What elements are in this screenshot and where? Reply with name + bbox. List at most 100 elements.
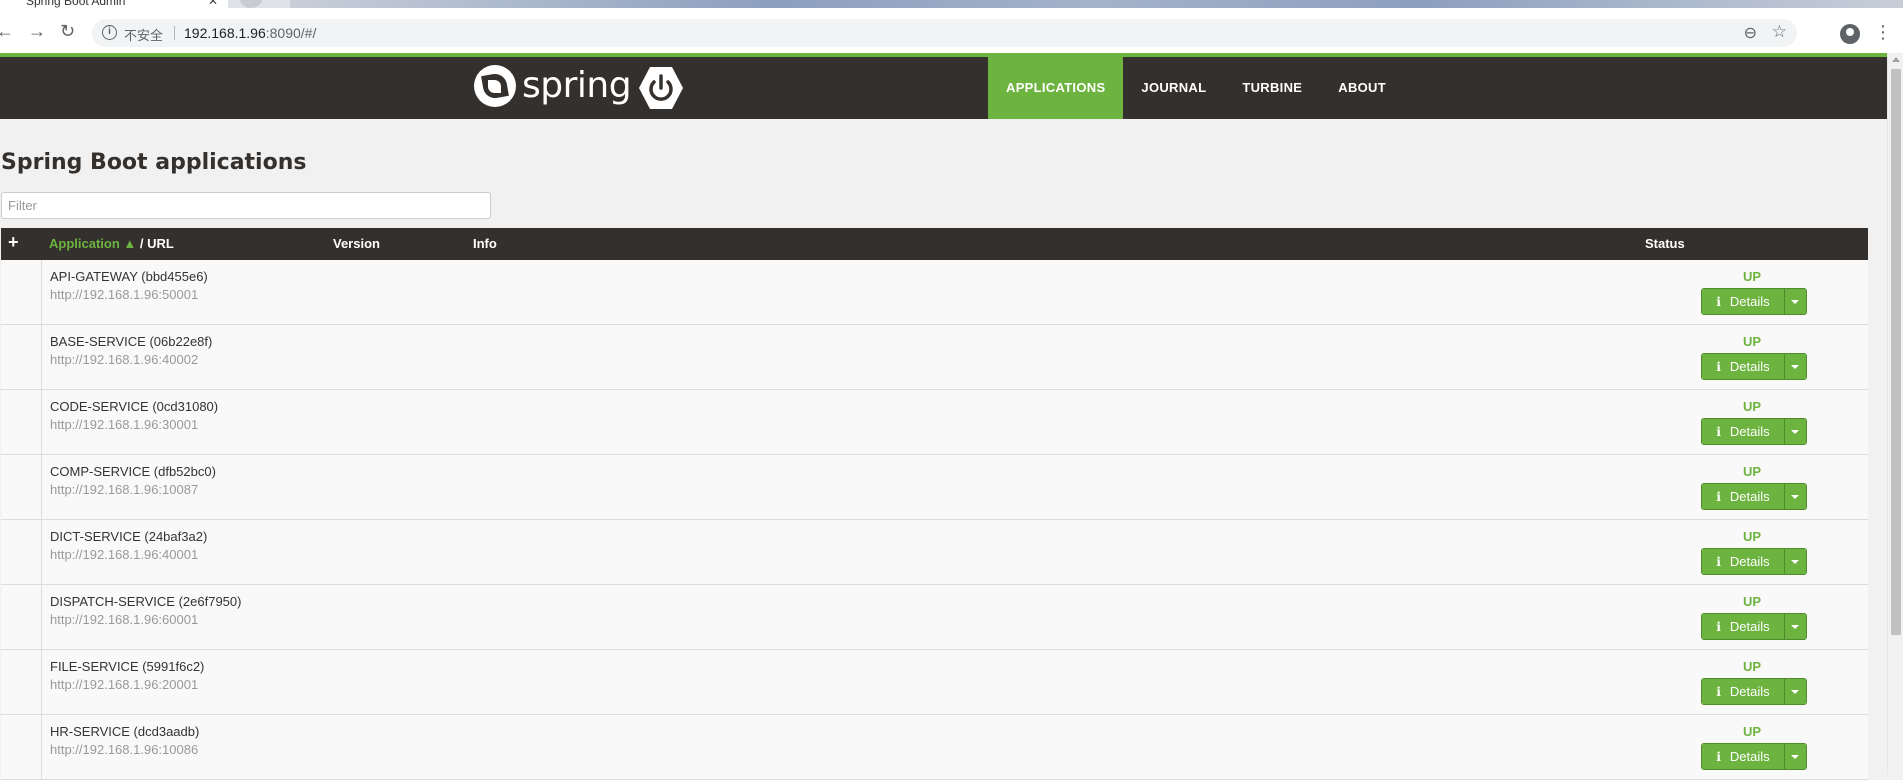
app-url[interactable]: http://192.168.1.96:30001	[50, 417, 198, 432]
url-path: :8090/#/	[265, 25, 317, 41]
row-expand-cell[interactable]	[1, 715, 42, 779]
details-label: Details	[1729, 619, 1770, 634]
page-scrollbar[interactable]	[1887, 53, 1903, 774]
nav-turbine[interactable]: TURBINE	[1224, 57, 1320, 119]
app-name: BASE-SERVICE (06b22e8f)	[50, 334, 213, 349]
details-label: Details	[1729, 294, 1770, 309]
app-url[interactable]: http://192.168.1.96:20001	[50, 677, 198, 692]
profile-avatar-icon[interactable]	[1840, 24, 1860, 44]
details-button[interactable]: i Details	[1702, 744, 1785, 769]
row-expand-cell[interactable]	[1, 455, 42, 519]
page-title: Spring Boot applications	[1, 150, 307, 175]
app-name: CODE-SERVICE (0cd31080)	[50, 399, 219, 414]
row-expand-cell[interactable]	[1, 260, 42, 324]
site-info-icon[interactable]: i	[102, 25, 117, 40]
nav-applications[interactable]: APPLICATIONS	[988, 57, 1124, 119]
details-label: Details	[1729, 489, 1770, 504]
sort-asc-icon: ▲	[123, 236, 137, 251]
security-status: 不安全	[124, 28, 164, 43]
scroll-up-icon[interactable]	[1892, 57, 1900, 62]
row-expand-cell[interactable]	[1, 520, 42, 584]
app-name: FILE-SERVICE (5991f6c2)	[50, 659, 205, 674]
browser-tab-title: Spring Boot Admin	[26, 0, 126, 8]
details-dropdown-caret-icon[interactable]	[1785, 354, 1806, 379]
spring-boot-power-icon	[639, 67, 683, 109]
details-button[interactable]: i Details	[1702, 419, 1785, 444]
app-url[interactable]: http://192.168.1.96:50001	[50, 287, 198, 302]
browser-menu-icon[interactable]: ⋮	[1874, 22, 1892, 43]
details-dropdown-caret-icon[interactable]	[1785, 289, 1806, 314]
address-separator	[174, 26, 175, 40]
nav-about[interactable]: ABOUT	[1320, 57, 1404, 119]
sort-application[interactable]: Application ▲	[49, 236, 136, 251]
info-icon: i	[1716, 360, 1721, 374]
address-bar[interactable]: i 不安全 192.168.1.96:8090/#/ ⊖ ☆	[92, 19, 1797, 47]
column-info: Info	[473, 236, 497, 251]
column-status: Status	[1645, 236, 1685, 251]
table-row: CODE-SERVICE (0cd31080) http://192.168.1.…	[1, 390, 1868, 455]
details-label: Details	[1729, 749, 1770, 764]
app-url[interactable]: http://192.168.1.96:40001	[50, 547, 198, 562]
status-badge: UP	[1743, 529, 1762, 544]
app-name: DICT-SERVICE (24baf3a2)	[50, 529, 208, 544]
browser-toolbar: ← → ↻ i 不安全 192.168.1.96:8090/#/ ⊖ ☆ ⋮	[0, 8, 1903, 58]
details-dropdown-caret-icon[interactable]	[1785, 614, 1806, 639]
table-row: DICT-SERVICE (24baf3a2) http://192.168.1.…	[1, 520, 1868, 585]
details-button-group: i Details	[1701, 288, 1807, 315]
spring-logo-text: spring	[522, 65, 632, 106]
row-expand-cell[interactable]	[1, 390, 42, 454]
status-badge: UP	[1743, 399, 1762, 414]
column-application-label: Application	[49, 236, 120, 251]
tabstrip-background	[290, 0, 1903, 8]
new-tab-button[interactable]	[240, 0, 262, 8]
details-button[interactable]: i Details	[1702, 484, 1785, 509]
app-url[interactable]: http://192.168.1.96:60001	[50, 612, 198, 627]
details-dropdown-caret-icon[interactable]	[1785, 549, 1806, 574]
url-host: 192.168.1.96	[184, 25, 266, 41]
details-dropdown-caret-icon[interactable]	[1785, 484, 1806, 509]
details-button[interactable]: i Details	[1702, 614, 1785, 639]
address-url[interactable]: 192.168.1.96:8090/#/	[184, 25, 316, 41]
row-expand-cell[interactable]	[1, 325, 42, 389]
status-badge: UP	[1743, 464, 1762, 479]
app-name: HR-SERVICE (dcd3aadb)	[50, 724, 200, 739]
info-icon: i	[1716, 490, 1721, 504]
column-version: Version	[333, 236, 380, 251]
app-url[interactable]: http://192.168.1.96:10087	[50, 482, 198, 497]
expand-all-icon[interactable]: +	[8, 232, 19, 253]
details-button[interactable]: i Details	[1702, 289, 1785, 314]
details-label: Details	[1729, 554, 1770, 569]
table-row: FILE-SERVICE (5991f6c2) http://192.168.1.…	[1, 650, 1868, 715]
details-button-group: i Details	[1701, 678, 1807, 705]
back-icon[interactable]: ←	[0, 21, 14, 41]
row-expand-cell[interactable]	[1, 585, 42, 649]
details-dropdown-caret-icon[interactable]	[1785, 419, 1806, 444]
app-url[interactable]: http://192.168.1.96:40002	[50, 352, 198, 367]
filter-input[interactable]	[1, 192, 491, 219]
app-url[interactable]: http://192.168.1.96:10086	[50, 742, 198, 757]
zoom-icon[interactable]: ⊖	[1744, 23, 1757, 43]
details-button[interactable]: i Details	[1702, 679, 1785, 704]
forward-icon[interactable]: →	[28, 21, 46, 41]
scroll-thumb[interactable]	[1891, 69, 1901, 635]
details-button-group: i Details	[1701, 548, 1807, 575]
table-row: HR-SERVICE (dcd3aadb) http://192.168.1.96…	[1, 715, 1868, 780]
browser-tabstrip: Spring Boot Admin ✕	[0, 0, 1903, 8]
bookmark-star-icon[interactable]: ☆	[1772, 22, 1787, 42]
spring-leaf-icon	[474, 65, 516, 107]
details-dropdown-caret-icon[interactable]	[1785, 679, 1806, 704]
app-header: spring APPLICATIONS JOURNAL TURBINE ABOU…	[0, 57, 1887, 119]
details-dropdown-caret-icon[interactable]	[1785, 744, 1806, 769]
row-expand-cell[interactable]	[1, 650, 42, 714]
app-name: API-GATEWAY (bbd455e6)	[50, 269, 208, 284]
reload-icon[interactable]: ↻	[60, 21, 75, 41]
nav-journal[interactable]: JOURNAL	[1123, 57, 1224, 119]
tab-close-icon[interactable]: ✕	[208, 0, 218, 8]
applications-table-body: API-GATEWAY (bbd455e6) http://192.168.1.9…	[1, 260, 1868, 780]
status-badge: UP	[1743, 334, 1762, 349]
details-button[interactable]: i Details	[1702, 354, 1785, 379]
details-label: Details	[1729, 684, 1770, 699]
table-row: COMP-SERVICE (dfb52bc0) http://192.168.1.…	[1, 455, 1868, 520]
details-button[interactable]: i Details	[1702, 549, 1785, 574]
details-button-group: i Details	[1701, 743, 1807, 770]
